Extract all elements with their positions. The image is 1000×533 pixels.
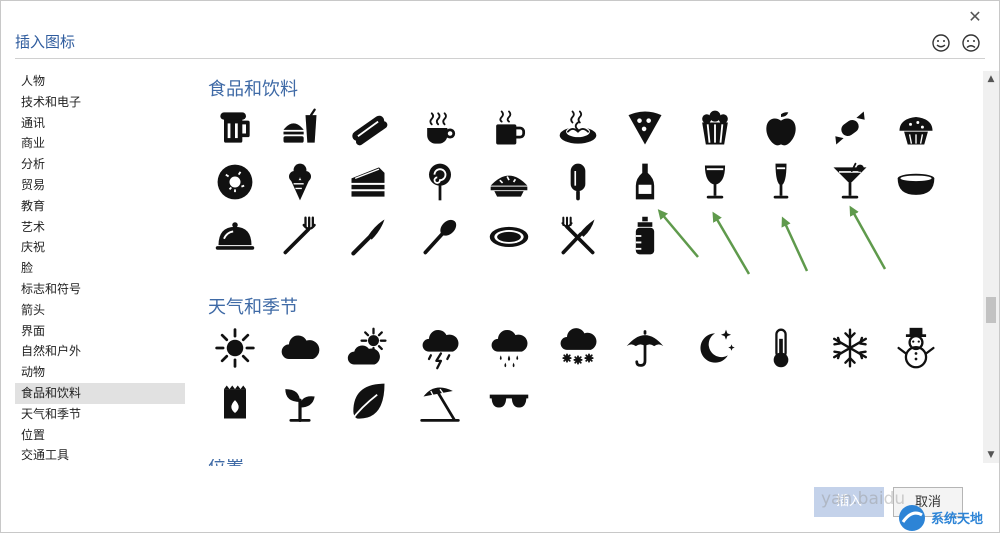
snowflake-icon[interactable] [826, 324, 874, 372]
close-icon[interactable]: ✕ [965, 7, 985, 27]
site-logo-icon [899, 504, 925, 531]
cloche-icon[interactable] [211, 212, 259, 260]
seed-bag-icon[interactable] [211, 378, 259, 426]
scroll-down-icon[interactable]: ▼ [983, 447, 999, 463]
beer-mug-icon[interactable] [211, 104, 259, 152]
feedback-buttons [931, 33, 981, 53]
moon-stars-icon[interactable] [691, 324, 739, 372]
cocktail-glass-icon[interactable] [826, 158, 874, 206]
popcorn-icon[interactable] [691, 104, 739, 152]
muffin-icon[interactable] [892, 104, 940, 152]
burger-drink-icon[interactable] [276, 104, 324, 152]
sidebar-item[interactable]: 天气和季节 [15, 404, 185, 425]
plate-icon[interactable] [485, 212, 533, 260]
snow-cloud-icon[interactable] [554, 324, 602, 372]
cake-slice-icon[interactable] [344, 158, 392, 206]
spoon-icon[interactable] [416, 212, 464, 260]
sunglasses-icon[interactable] [485, 378, 533, 426]
sidebar-item[interactable]: 界面 [15, 321, 185, 342]
coffee-mug-icon[interactable] [485, 104, 533, 152]
category-list: 人物 技术和电子 通讯 商业 分析 贸易 教育 艺术 庆祝脸标志和符号 箭头 界面 自然和户外 动物 食品… [15, 71, 185, 466]
insert-button[interactable]: 插入 [814, 487, 884, 517]
sidebar-item[interactable]: 分析 [15, 154, 185, 175]
baby-bottle-icon[interactable] [621, 212, 669, 260]
title-divider [15, 58, 985, 59]
sidebar-item[interactable]: 位置 [15, 425, 185, 446]
scroll-up-icon[interactable]: ▲ [983, 71, 999, 87]
hot-coffee-cup-icon[interactable] [416, 104, 464, 152]
thunderstorm-icon[interactable] [416, 324, 464, 372]
scroll-thumb[interactable] [986, 297, 996, 323]
wine-bottle-icon[interactable] [621, 158, 669, 206]
sidebar-item[interactable]: 商业 [15, 133, 185, 154]
thermometer-icon[interactable] [757, 324, 805, 372]
section-title-location-partial: 位置 [208, 459, 248, 466]
beach-umbrella-icon[interactable] [416, 378, 464, 426]
candy-icon[interactable] [826, 104, 874, 152]
section-title-food-drink: 食品和饮料 [208, 79, 298, 100]
champagne-flute-icon[interactable] [757, 158, 805, 206]
sidebar-item[interactable]: 动物 [15, 362, 185, 383]
icon-gallery: 食品和饮料 天气和季节 位置 [197, 71, 983, 466]
sidebar-item[interactable]: 标志和符号 [15, 279, 185, 300]
knife-icon[interactable] [344, 212, 392, 260]
umbrella-icon[interactable] [621, 324, 669, 372]
apple-icon[interactable] [757, 104, 805, 152]
rain-cloud-icon[interactable] [485, 324, 533, 372]
sidebar-item[interactable]: 庆祝 [15, 237, 185, 258]
sidebar-item[interactable]: 教育 [15, 196, 185, 217]
gallery-scrollbar[interactable]: ▲ ▼ [983, 71, 999, 463]
spaghetti-plate-icon[interactable] [554, 104, 602, 152]
lollipop-icon[interactable] [416, 158, 464, 206]
ice-cream-cone-icon[interactable] [276, 158, 324, 206]
site-logo: 系统天地 [897, 501, 1000, 533]
sidebar-item[interactable]: 艺术 [15, 217, 185, 238]
popsicle-icon[interactable] [554, 158, 602, 206]
sidebar-item[interactable]: 技术和电子 [15, 92, 185, 113]
sidebar-item[interactable]: 交通工具 [15, 445, 185, 466]
dialog-title: 插入图标 [15, 33, 76, 51]
pie-icon[interactable] [485, 158, 533, 206]
section-title-weather-seasons: 天气和季节 [208, 297, 298, 318]
frowning-face-icon[interactable] [961, 33, 981, 53]
hot-dog-icon[interactable] [344, 104, 392, 152]
smiley-face-icon[interactable] [931, 33, 951, 53]
cloud-icon[interactable] [276, 324, 324, 372]
bowl-icon[interactable] [892, 158, 940, 206]
sprout-icon[interactable] [276, 378, 324, 426]
sidebar-item[interactable]: 通讯 [15, 113, 185, 134]
snowman-icon[interactable] [892, 324, 940, 372]
sun-icon[interactable] [211, 324, 259, 372]
sidebar-item[interactable]: 脸 [15, 258, 185, 279]
leaf-icon[interactable] [344, 378, 392, 426]
donut-icon[interactable] [211, 158, 259, 206]
sun-cloud-icon[interactable] [344, 324, 392, 372]
wine-glass-icon[interactable] [691, 158, 739, 206]
insert-icons-dialog: ✕ 插入图标 人物 技术和电子 通讯 商业 分析 贸易 教育 艺术 庆祝脸标志和符号 箭头 界面 自然… [0, 0, 1000, 533]
pizza-slice-icon[interactable] [621, 104, 669, 152]
sidebar-item[interactable]: 人物 [15, 71, 185, 92]
sidebar-item[interactable]: 自然和户外 [15, 341, 185, 362]
fork-icon[interactable] [276, 212, 324, 260]
sidebar-item[interactable]: 箭头 [15, 300, 185, 321]
sidebar-item[interactable]: 食品和饮料 [15, 382, 185, 404]
fork-knife-icon[interactable] [554, 212, 602, 260]
site-logo-text: 系统天地 [931, 512, 984, 527]
sidebar-item[interactable]: 贸易 [15, 175, 185, 196]
